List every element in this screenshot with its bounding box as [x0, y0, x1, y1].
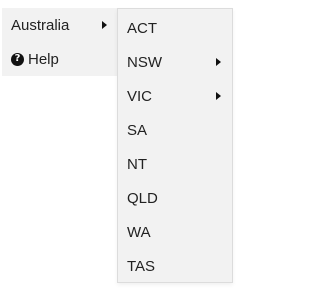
caret-right-icon — [216, 92, 221, 100]
submenu-item-label: NT — [127, 155, 147, 173]
submenu-item-qld[interactable]: QLD — [118, 181, 232, 215]
submenu-item-label: QLD — [127, 189, 158, 207]
submenu-item-label: TAS — [127, 257, 156, 275]
submenu-item-nt[interactable]: NT — [118, 147, 232, 181]
main-menu: Australia ? Help — [2, 8, 119, 76]
submenu-item-vic[interactable]: VIC — [118, 79, 232, 113]
menu-item-label: Help — [28, 50, 59, 68]
menu-item-help[interactable]: ? Help — [2, 42, 119, 76]
submenu-item-label: ACT — [127, 19, 157, 37]
submenu-item-tas[interactable]: TAS — [118, 249, 232, 283]
caret-right-icon — [102, 21, 107, 29]
submenu-australia: ACT NSW VIC SA NT QLD WA TAS — [117, 8, 233, 283]
submenu-item-sa[interactable]: SA — [118, 113, 232, 147]
question-circle-icon: ? — [11, 52, 24, 66]
submenu-item-act[interactable]: ACT — [118, 11, 232, 45]
menu-item-label: Australia — [11, 16, 70, 34]
submenu-item-label: SA — [127, 121, 148, 139]
menu-item-australia[interactable]: Australia — [2, 8, 119, 42]
submenu-item-nsw[interactable]: NSW — [118, 45, 232, 79]
submenu-item-wa[interactable]: WA — [118, 215, 232, 249]
submenu-item-label: VIC — [127, 87, 153, 105]
submenu-item-label: WA — [127, 223, 151, 241]
caret-right-icon — [216, 58, 221, 66]
submenu-item-label: NSW — [127, 53, 162, 71]
